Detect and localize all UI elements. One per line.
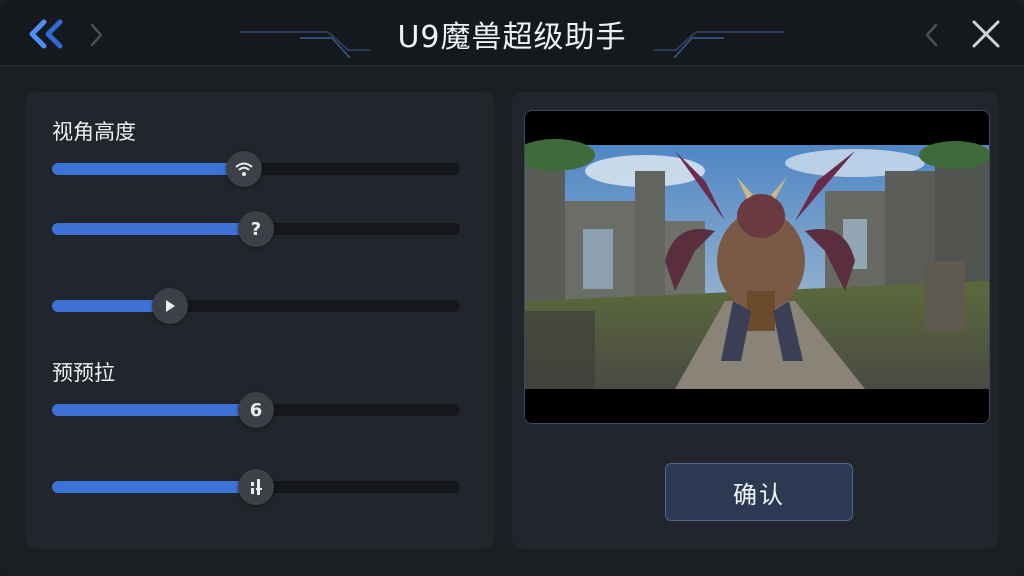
- slider-fill: [52, 223, 256, 235]
- app-window: U9魔兽超级助手 视角高度 ? 预预拉 6 确认: [0, 0, 1024, 576]
- preview-image: [524, 110, 990, 424]
- slider-fill: [52, 404, 256, 416]
- previous-chevron-icon[interactable]: [922, 22, 942, 48]
- slider-fill: [52, 481, 256, 493]
- close-icon[interactable]: [968, 16, 1004, 52]
- title-bar-divider: [0, 65, 1024, 66]
- slider-equalizer[interactable]: [52, 469, 460, 505]
- preload-slider[interactable]: 6: [52, 392, 460, 428]
- slider-knob-help[interactable]: ?: [238, 211, 274, 247]
- title-decoration-right: [654, 31, 784, 59]
- wifi-icon[interactable]: [225, 151, 262, 187]
- preload-label: 预预拉: [52, 361, 115, 385]
- equalizer-icon[interactable]: [238, 469, 274, 505]
- window-title: U9魔兽超级助手: [397, 20, 627, 55]
- slider-play[interactable]: [52, 288, 460, 324]
- slider-fill: [52, 163, 244, 175]
- slider-help[interactable]: ?: [52, 211, 460, 247]
- slider-knob-value[interactable]: 6: [238, 392, 274, 428]
- title-bar: U9魔兽超级助手: [0, 0, 1024, 66]
- view-height-label: 视角高度: [52, 120, 136, 144]
- view-height-slider[interactable]: [52, 151, 460, 187]
- confirm-button[interactable]: 确认: [665, 463, 853, 521]
